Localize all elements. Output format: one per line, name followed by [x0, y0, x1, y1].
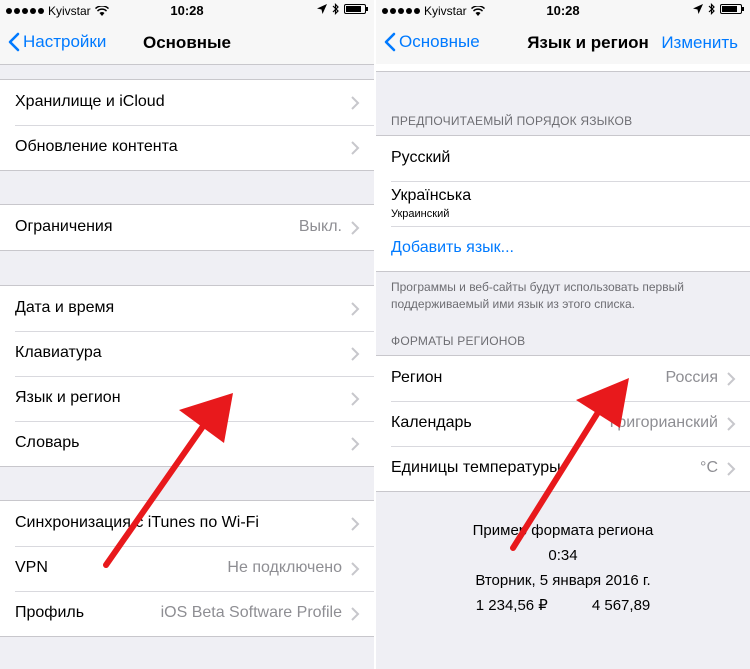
add-language-row[interactable]: Добавить язык...	[376, 226, 750, 271]
languages-footer-note: Программы и веб-сайты будут использовать…	[391, 280, 684, 311]
row-label: Календарь	[391, 414, 472, 431]
datetime-group: Дата и время Клавиатура Язык и регион Сл…	[0, 285, 374, 467]
settings-row-vpn[interactable]: VPN Не подключено	[0, 546, 374, 591]
chevron-right-icon	[351, 607, 360, 621]
settings-row-calendar[interactable]: Календарь Григорианский	[376, 401, 750, 446]
status-right	[693, 3, 744, 15]
row-label: Русский	[391, 149, 451, 166]
region-format-example: Пример формата региона 0:34 Вторник, 5 я…	[376, 518, 750, 618]
language-row-ukrainian[interactable]: Українська Украинский	[376, 181, 750, 226]
example-number: 4 567,89	[591, 597, 651, 614]
row-label: Словарь	[15, 434, 80, 451]
top-group-remnant	[376, 64, 750, 72]
settings-row-profile[interactable]: Профиль iOS Beta Software Profile	[0, 591, 374, 636]
settings-row-dictionary[interactable]: Словарь	[0, 421, 374, 466]
settings-row-temperature[interactable]: Единицы температуры °C	[376, 446, 750, 491]
row-label: Ограничения	[15, 218, 113, 235]
back-button[interactable]: Основные	[384, 32, 480, 52]
chevron-right-icon	[351, 437, 360, 451]
row-label: Профиль	[15, 604, 85, 621]
settings-row-language-region[interactable]: Язык и регион	[0, 376, 374, 421]
chevron-right-icon	[351, 141, 360, 155]
status-bar: Kyivstar 10:28	[376, 0, 750, 22]
status-right	[317, 3, 368, 15]
location-icon	[693, 4, 703, 14]
row-label: Синхронизация с iTunes по Wi-Fi	[15, 514, 259, 531]
example-numbers: 1 234,56 ₽ 4 567,89	[376, 593, 750, 618]
back-button-label: Настройки	[23, 32, 107, 51]
storage-group: Хранилище и iCloud Обновление контента	[0, 79, 374, 171]
general-settings-screen: Kyivstar 10:28 Настройки Основные Хранил…	[0, 0, 374, 669]
bluetooth-icon	[708, 3, 715, 15]
region-section-header: ФОРМАТЫ РЕГИОНОВ	[391, 334, 526, 348]
navigation-bar: Основные Язык и регион Изменить	[376, 22, 750, 65]
languages-section-header: ПРЕДПОЧИТАЕМЫЙ ПОРЯДОК ЯЗЫКОВ	[391, 114, 633, 128]
row-value: Григорианский	[609, 414, 718, 431]
settings-row-background-refresh[interactable]: Обновление контента	[0, 125, 374, 170]
navigation-bar: Настройки Основные	[0, 22, 374, 65]
row-sublabel: Украинский	[391, 208, 450, 220]
language-row-russian[interactable]: Русский	[376, 136, 750, 181]
settings-row-keyboard[interactable]: Клавиатура	[0, 331, 374, 376]
chevron-right-icon	[351, 302, 360, 316]
example-currency: 1 234,56 ₽	[475, 597, 548, 614]
row-label: VPN	[15, 559, 48, 576]
settings-row-restrictions[interactable]: Ограничения Выкл.	[0, 205, 374, 250]
example-date: Вторник, 5 января 2016 г.	[475, 572, 651, 589]
chevron-right-icon	[351, 347, 360, 361]
status-bar: Kyivstar 10:28	[0, 0, 374, 22]
chevron-right-icon	[727, 417, 736, 431]
chevron-left-icon	[384, 32, 396, 52]
battery-icon	[344, 4, 368, 14]
languages-group: Русский Українська Украинский Добавить я…	[376, 135, 750, 272]
settings-row-storage[interactable]: Хранилище и iCloud	[0, 80, 374, 125]
chevron-left-icon	[8, 32, 20, 52]
row-value: Не подключено	[227, 559, 342, 576]
language-region-screen: Kyivstar 10:28 Основные Язык и регион Из…	[376, 0, 750, 669]
row-label: Язык и регион	[15, 389, 121, 406]
settings-row-region[interactable]: Регион Россия	[376, 356, 750, 401]
row-label: Хранилище и iCloud	[15, 93, 165, 110]
row-label: Клавиатура	[15, 344, 102, 361]
chevron-right-icon	[351, 221, 360, 235]
row-label: Единицы температуры	[391, 459, 561, 476]
chevron-right-icon	[727, 462, 736, 476]
region-group: Регион Россия Календарь Григорианский Ед…	[376, 355, 750, 492]
row-value: Выкл.	[298, 218, 342, 235]
bluetooth-icon	[332, 3, 339, 15]
row-label: Обновление контента	[15, 138, 178, 155]
chevron-right-icon	[351, 392, 360, 406]
sync-group: Синхронизация с iTunes по Wi-Fi VPN Не п…	[0, 500, 374, 637]
chevron-right-icon	[727, 372, 736, 386]
battery-icon	[720, 4, 744, 14]
chevron-right-icon	[351, 517, 360, 531]
restrictions-group: Ограничения Выкл.	[0, 204, 374, 251]
row-label: Регион	[391, 369, 443, 386]
settings-row-date-time[interactable]: Дата и время	[0, 286, 374, 331]
row-value: iOS Beta Software Profile	[160, 604, 342, 621]
chevron-right-icon	[351, 96, 360, 110]
row-value: °C	[700, 459, 718, 476]
example-title: Пример формата региона	[472, 522, 654, 539]
row-label: Українська	[391, 187, 472, 204]
add-language-link[interactable]: Добавить язык...	[391, 239, 514, 257]
row-label: Дата и время	[15, 299, 115, 316]
location-icon	[317, 4, 327, 14]
row-value: Россия	[665, 369, 718, 386]
edit-button[interactable]: Изменить	[661, 33, 738, 53]
back-button[interactable]: Настройки	[8, 32, 106, 52]
example-time: 0:34	[548, 547, 578, 564]
chevron-right-icon	[351, 562, 360, 576]
back-button-label: Основные	[399, 32, 480, 51]
settings-row-itunes-sync[interactable]: Синхронизация с iTunes по Wi-Fi	[0, 501, 374, 546]
